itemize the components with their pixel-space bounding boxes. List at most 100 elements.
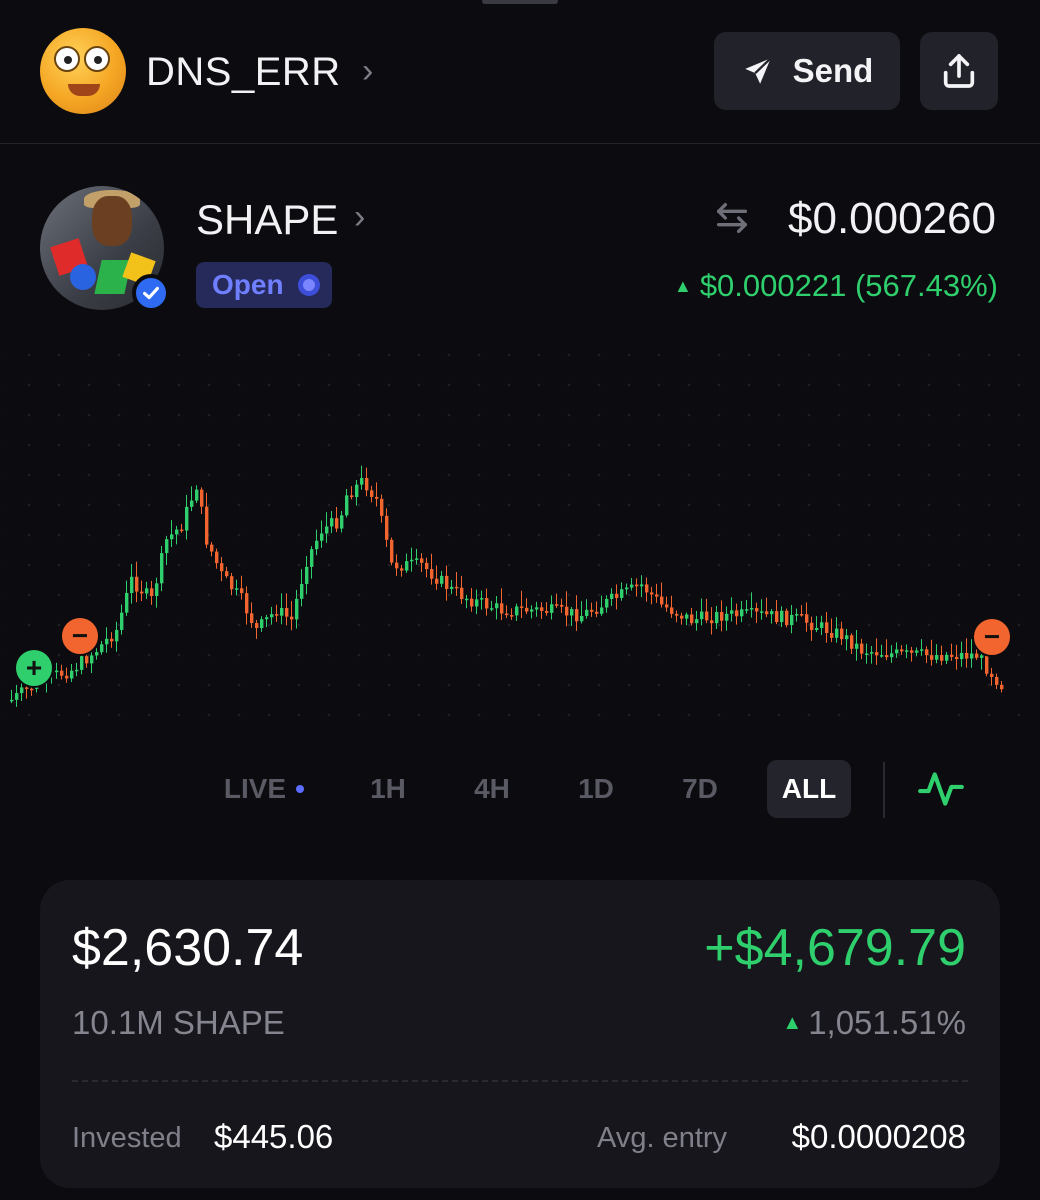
candle-body (465, 598, 469, 601)
candle-body (970, 653, 974, 659)
candle-body (80, 656, 84, 670)
candle-body (210, 544, 214, 552)
candle-body (580, 615, 584, 622)
candle-body (955, 656, 959, 660)
candle-body (385, 515, 389, 540)
candle-body (790, 614, 794, 626)
tab-live-label: LIVE (223, 773, 287, 804)
candle-body (420, 558, 424, 563)
tab-all[interactable]: ALL (767, 760, 851, 818)
send-button[interactable]: Send (714, 32, 900, 110)
candle-body (375, 496, 379, 499)
candle-body (260, 619, 264, 629)
candle-body (530, 609, 534, 612)
candle-body (405, 561, 409, 571)
candle-body (115, 629, 119, 642)
candle-body (160, 553, 164, 584)
candle-body (990, 673, 994, 678)
candle-body (435, 578, 439, 584)
tab-7d[interactable]: 7D (664, 760, 736, 818)
tab-4h[interactable]: 4H (456, 760, 528, 818)
sell-marker[interactable]: − (972, 617, 1012, 657)
candle-body (105, 638, 109, 645)
candle-body (770, 611, 774, 615)
candle-body (255, 623, 259, 629)
chevron-right-icon[interactable]: › (354, 198, 365, 237)
candle-body (660, 596, 664, 605)
candle-body (890, 653, 894, 658)
candle-body (840, 628, 844, 640)
candle-body (200, 489, 204, 507)
candle-body (875, 652, 879, 656)
candle-body (795, 614, 799, 616)
candle-body (120, 612, 124, 630)
candle-body (800, 614, 804, 616)
candle-body (495, 603, 499, 609)
candle-body (735, 610, 739, 617)
candle-body (150, 588, 154, 597)
candle-body (600, 607, 604, 614)
candle-body (655, 594, 659, 597)
candle-body (665, 604, 669, 608)
candle-body (470, 598, 474, 607)
candle-body (860, 643, 864, 654)
candle-body (995, 677, 999, 685)
candle-body (425, 562, 429, 570)
share-button[interactable] (920, 32, 998, 110)
chevron-right-icon[interactable]: › (362, 52, 373, 91)
candle-body (915, 650, 919, 653)
candle-body (225, 571, 229, 577)
up-arrow-icon: ▲ (673, 275, 692, 296)
candle-body (855, 643, 859, 649)
candle-body (295, 598, 299, 620)
token-avatar[interactable] (40, 186, 170, 312)
price-chart[interactable]: + − − (0, 330, 1040, 740)
account-name[interactable]: DNS_ERR (146, 50, 341, 95)
candle-body (245, 593, 249, 614)
candle-body (565, 606, 569, 616)
sell-marker[interactable]: − (60, 616, 100, 656)
candle-body (640, 584, 644, 587)
buy-marker[interactable]: + (14, 648, 54, 688)
candle-body (870, 652, 874, 654)
line-chart-icon[interactable] (916, 764, 966, 814)
tab-1d[interactable]: 1D (560, 760, 632, 818)
candle-body (830, 632, 834, 638)
price-change-value: $0.000221 (567.43%) (699, 268, 998, 303)
token-price: $0.000260 (788, 194, 996, 243)
candle-body (615, 593, 619, 598)
candle-body (485, 598, 489, 609)
candle-body (910, 650, 914, 653)
candle-body (560, 604, 564, 607)
swap-arrows-icon[interactable] (712, 198, 752, 238)
candle-body (155, 583, 159, 597)
candle-body (510, 615, 514, 617)
candle-body (480, 598, 484, 600)
candle-body (350, 495, 354, 498)
candle-body (125, 592, 129, 613)
candle-body (230, 576, 234, 590)
candle-body (515, 606, 519, 616)
candle-body (950, 654, 954, 657)
candle-body (625, 587, 629, 590)
status-dot-icon (297, 274, 320, 296)
timeframe-selector: LIVE 1H 4H 1D 7D ALL (0, 760, 1040, 820)
tab-1h[interactable]: 1H (352, 760, 424, 818)
candle-body (715, 612, 719, 624)
token-name[interactable]: SHAPE (196, 196, 338, 244)
candle-body (235, 588, 239, 590)
candle-body (590, 609, 594, 612)
emoji-face-icon[interactable] (40, 28, 126, 114)
candle-body (605, 598, 609, 608)
candle-body (725, 613, 729, 621)
tab-live[interactable]: LIVE (214, 760, 314, 818)
candle-body (740, 609, 744, 617)
candle-body (535, 607, 539, 610)
candle-body (490, 608, 494, 610)
candle-body (360, 478, 364, 485)
candle-body (10, 699, 14, 702)
candle-body (20, 687, 24, 694)
candle-body (290, 616, 294, 620)
candle-body (330, 518, 334, 527)
candle-body (675, 613, 679, 616)
